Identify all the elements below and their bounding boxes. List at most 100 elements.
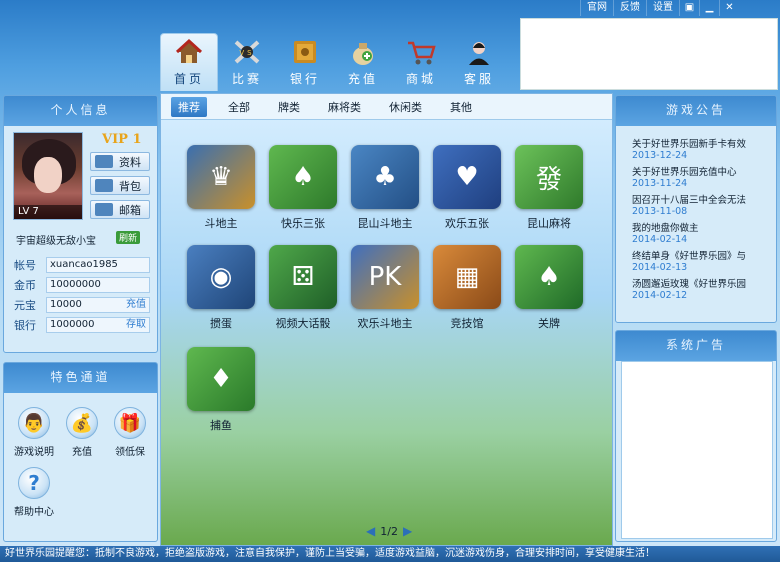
nav-label: 银行 — [289, 72, 320, 86]
backpack-button[interactable]: 背包 — [90, 176, 150, 195]
game-name: 捕鱼 — [210, 419, 232, 432]
game-name: 竞技馆 — [450, 317, 484, 330]
gold-value: 10000000 — [50, 279, 101, 290]
game-tile[interactable]: ♦ 捕鱼 — [186, 347, 256, 433]
pk-landlord-icon: PK — [351, 245, 419, 309]
info-row-bank: 银行 1000000 存取 — [14, 316, 150, 334]
backpack-button-label: 背包 — [119, 179, 141, 193]
notice-item[interactable]: 我的地盘你做主 2014-02-14 — [632, 220, 770, 245]
notice-title: 汤圆邂逅玫瑰《好世界乐园 — [632, 279, 747, 290]
game-tile[interactable]: ♠ 关牌 — [514, 245, 584, 331]
money-bag-icon — [348, 37, 378, 67]
game-name: 关牌 — [538, 317, 560, 330]
system-ad-content[interactable] — [621, 361, 773, 539]
info-row-ingot: 元宝 10000 充值 — [14, 296, 150, 314]
settings-link[interactable]: 设置 — [646, 0, 679, 16]
avatar[interactable]: LV 7 — [13, 132, 83, 220]
info-label: 银行 — [14, 319, 36, 332]
profile-button[interactable]: 资料 — [90, 152, 150, 171]
nickname: 宇宙超级无敌小宝 — [16, 236, 96, 247]
nav-label: 比赛 — [231, 72, 262, 86]
recharge-link[interactable]: 充值 — [126, 298, 149, 312]
coins-icon: 💰 — [66, 407, 98, 439]
game-tile[interactable]: ⚄ 视频大话骰 — [268, 245, 338, 331]
deposit-withdraw-link[interactable]: 存取 — [126, 318, 149, 332]
notice-title: 关于好世界乐园新手卡有效 — [632, 139, 747, 150]
game-tile[interactable]: PK 欢乐斗地主 — [350, 245, 420, 331]
panel-title: 特色通道 — [50, 370, 111, 384]
category-tabs: 推荐 全部 牌类 麻将类 休闲类 其他 — [161, 94, 612, 120]
game-name: 快乐三张 — [281, 217, 325, 230]
nav-home[interactable]: 首页 — [160, 33, 218, 91]
page-indicator: 1/2 — [380, 524, 398, 538]
info-row-account: 帐号 xuancao1985 — [14, 256, 150, 274]
info-label: 帐号 — [14, 259, 36, 272]
tab-cards[interactable]: 牌类 — [271, 97, 307, 117]
notice-item[interactable]: 终结单身《好世界乐园》与 2014-02-13 — [632, 248, 770, 273]
info-value: xuancao1985 — [46, 257, 150, 273]
game-tile[interactable]: ♣ 昆山斗地主 — [350, 145, 420, 231]
nav-service[interactable]: 客服 — [450, 33, 508, 91]
notice-item[interactable]: 关于好世界乐园充值中心 2013-11-24 — [632, 164, 770, 189]
minimize-icon[interactable]: ▁ — [699, 0, 719, 16]
feature-recharge[interactable]: 💰 充值 — [60, 407, 104, 458]
feature-help-center[interactable]: ? 帮助中心 — [12, 467, 56, 518]
close-icon[interactable]: ✕ — [719, 0, 739, 16]
panel-title: 游戏公告 — [665, 103, 726, 117]
tab-casual[interactable]: 休闲类 — [382, 97, 429, 117]
tab-recommended[interactable]: 推荐 — [171, 96, 207, 117]
mail-icon — [95, 203, 113, 216]
game-name: 视频大话骰 — [275, 317, 331, 330]
game-tile[interactable]: 發昆山麻将 — [514, 145, 584, 231]
nav-shop[interactable]: 商城 — [392, 33, 450, 91]
game-tile[interactable]: ▦ 竞技馆 — [432, 245, 502, 331]
game-name: 欢乐五张 — [445, 217, 489, 230]
profile-panel: 个人信息 LV 7 VIP 1 资料 背包 邮箱 宇宙超级无敌小宝 刷新 帐号 … — [3, 95, 158, 353]
notice-item[interactable]: 因召开十八届三中全会无法 2013-11-08 — [632, 192, 770, 217]
notice-item[interactable]: 关于好世界乐园新手卡有效 2013-12-24 — [632, 136, 770, 161]
tab-mahjong[interactable]: 麻将类 — [321, 97, 368, 117]
prev-page-icon[interactable]: ◀ — [366, 524, 375, 538]
nav-recharge[interactable]: 充值 — [334, 33, 392, 91]
nav-label: 客服 — [463, 72, 494, 86]
game-tile[interactable]: ♥ 欢乐五张 — [432, 145, 502, 231]
game-name: 斗地主 — [204, 217, 238, 230]
pager: ◀ 1/2 ▶ — [361, 524, 417, 538]
notice-item[interactable]: 汤圆邂逅玫瑰《好世界乐园 2014-02-12 — [632, 276, 770, 301]
game-tile[interactable]: ♛ 斗地主 — [186, 145, 256, 231]
crossed-swords-icon: VS — [232, 37, 262, 67]
landlord-icon: ♛ — [187, 145, 255, 209]
id-card-icon — [95, 155, 113, 168]
feature-label: 游戏说明 — [14, 447, 54, 458]
refresh-button[interactable]: 刷新 — [116, 231, 141, 244]
official-site-link[interactable]: 官网 — [580, 0, 613, 16]
nav-label: 商城 — [405, 72, 436, 86]
feature-label: 领低保 — [115, 447, 145, 458]
notice-date: 2013-12-24 — [632, 150, 688, 161]
tab-all[interactable]: 全部 — [221, 97, 257, 117]
game-name: 昆山麻将 — [527, 217, 571, 230]
info-value: 10000 充值 — [46, 297, 150, 313]
feature-allowance[interactable]: 🎁 领低保 — [108, 407, 152, 458]
game-tile[interactable]: ♠ 快乐三张 — [268, 145, 338, 231]
notice-date: 2013-11-08 — [632, 206, 688, 217]
lock-icon[interactable]: ▣ — [679, 0, 699, 16]
nav-match[interactable]: VS 比赛 — [218, 33, 276, 91]
next-page-icon[interactable]: ▶ — [403, 524, 412, 538]
feedback-link[interactable]: 反馈 — [613, 0, 646, 16]
notice-list: 关于好世界乐园新手卡有效 2013-12-24 关于好世界乐园充值中心 2013-1… — [632, 136, 770, 304]
feature-game-guide[interactable]: 👨 游戏说明 — [12, 407, 56, 458]
notice-panel: 游戏公告 关于好世界乐园新手卡有效 2013-12-24 关于好世界乐园充值中心 2… — [615, 95, 777, 323]
main-nav: 首页 VS 比赛 银行 充值 商城 客服 — [160, 33, 508, 93]
mailbox-button[interactable]: 邮箱 — [90, 200, 150, 219]
account-value: xuancao1985 — [50, 259, 118, 270]
game-tile[interactable]: ◉ 掼蛋 — [186, 245, 256, 331]
top-ad-banner[interactable] — [520, 18, 778, 90]
tab-other[interactable]: 其他 — [443, 97, 479, 117]
notice-date: 2014-02-12 — [632, 290, 688, 301]
bank-value: 1000000 — [50, 319, 95, 330]
nav-bank[interactable]: 银行 — [276, 33, 334, 91]
safe-icon — [290, 37, 320, 67]
mailbox-button-label: 邮箱 — [119, 203, 141, 217]
notice-title: 因召开十八届三中全会无法 — [632, 195, 747, 206]
